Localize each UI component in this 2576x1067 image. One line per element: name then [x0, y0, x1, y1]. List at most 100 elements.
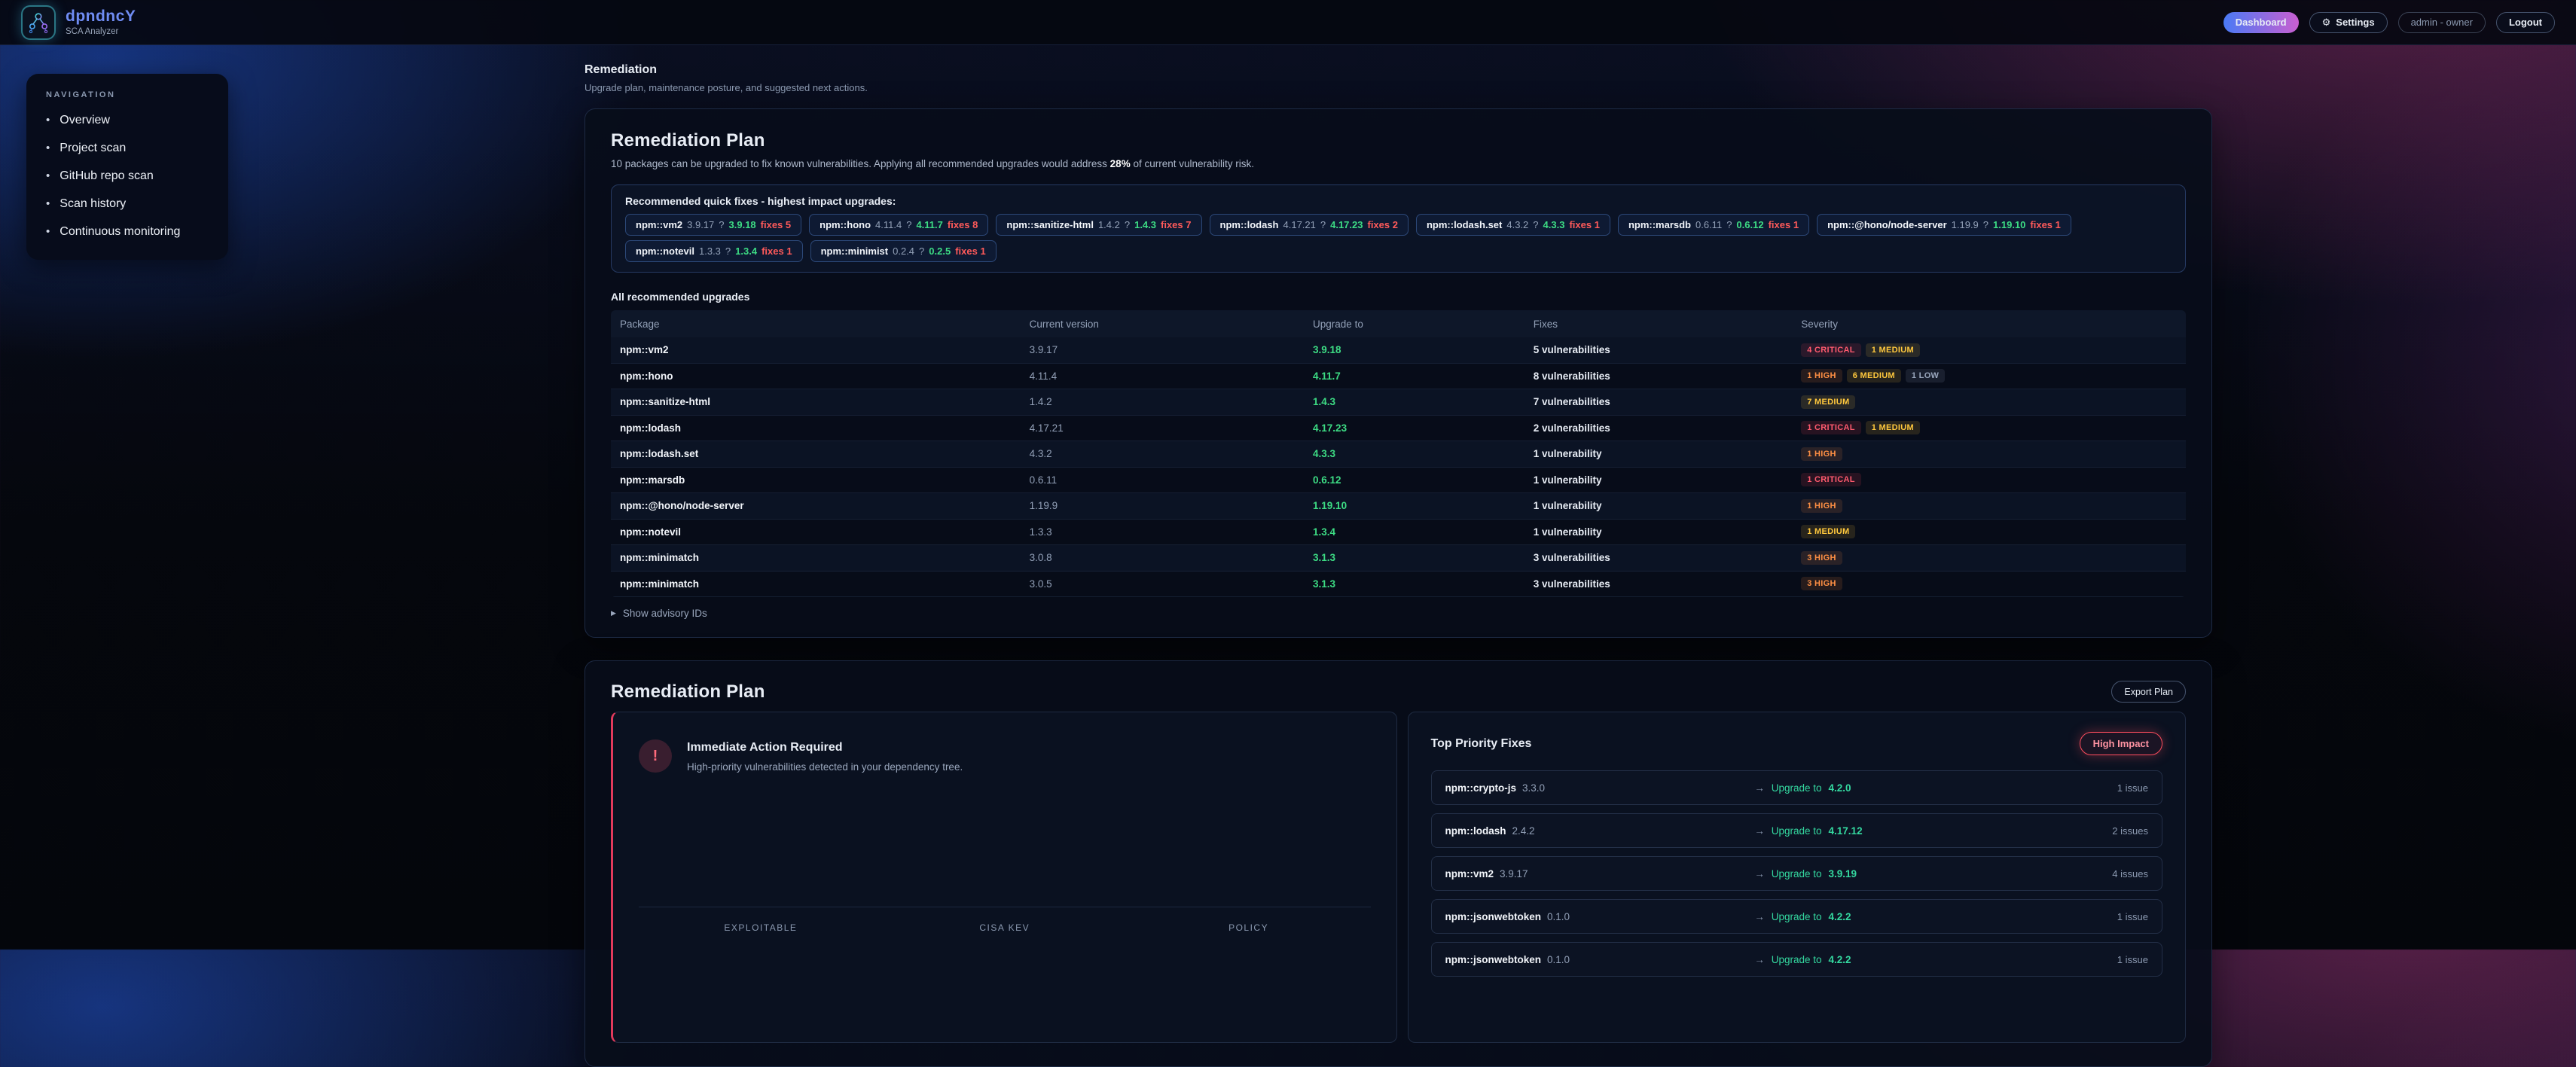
chip-current-version: 1.19.9: [1952, 219, 1979, 230]
export-plan-button[interactable]: Export Plan: [2111, 681, 2186, 703]
chip-current-version: 3.9.17: [687, 219, 714, 230]
priority-fix-item[interactable]: npm::jsonwebtoken0.1.0→Upgrade to 4.2.21…: [1431, 942, 2163, 977]
table-row[interactable]: npm::lodash4.17.214.17.232 vulnerabiliti…: [611, 416, 2186, 442]
cell-current-version: 0.6.11: [1021, 474, 1304, 486]
quickfix-chip-npm-minimist[interactable]: npm::minimist0.2.4?0.2.5fixes 1: [810, 240, 997, 262]
remediation-plan-card: Remediation Plan 10 packages can be upgr…: [584, 108, 2212, 638]
footer-label-cisa-kev: CISA KEV: [883, 922, 1127, 933]
priority-fix-upgrade: →Upgrade to 4.17.12: [1754, 825, 2112, 837]
severity-badge-medium: 1 MEDIUM: [1866, 343, 1920, 357]
cell-current-version: 1.3.3: [1021, 526, 1304, 538]
severity-badge-critical: 1 CRITICAL: [1801, 473, 1861, 486]
sidebar-item-github-repo-scan[interactable]: •GitHub repo scan: [46, 169, 209, 183]
top-priority-fixes-card: Top Priority Fixes High Impact npm::cryp…: [1408, 712, 2187, 1043]
upgrades-section-title: All recommended upgrades: [611, 291, 2186, 303]
sidebar-item-scan-history[interactable]: •Scan history: [46, 197, 209, 211]
chip-separator: ?: [1125, 219, 1130, 230]
sidebar-item-label: Continuous monitoring: [60, 225, 180, 239]
table-row[interactable]: npm::vm23.9.173.9.185 vulnerabilities4 C…: [611, 337, 2186, 364]
chip-current-version: 4.11.4: [875, 219, 902, 230]
chip-target-version: 1.19.10: [1993, 219, 2025, 230]
cell-severity: 3 HIGH: [1792, 551, 2186, 565]
chip-package-name: npm::marsdb: [1628, 219, 1691, 230]
quickfix-chip-npm-lodash-set[interactable]: npm::lodash.set4.3.2?4.3.3fixes 1: [1416, 214, 1610, 236]
quickfix-chip-npm-hono-node-server[interactable]: npm::@hono/node-server1.19.9?1.19.10fixe…: [1817, 214, 2071, 236]
table-row[interactable]: npm::lodash.set4.3.24.3.31 vulnerability…: [611, 441, 2186, 468]
cell-severity: 1 HIGH: [1792, 447, 2186, 461]
detail-card-title: Remediation Plan: [611, 681, 765, 703]
quickfix-chip-npm-hono[interactable]: npm::hono4.11.4?4.11.7fixes 8: [809, 214, 988, 236]
page-title: Remediation: [584, 63, 2212, 77]
quickfix-chip-npm-vm2[interactable]: npm::vm23.9.17?3.9.18fixes 5: [625, 214, 801, 236]
show-advisory-ids-toggle[interactable]: ▶ Show advisory IDs: [611, 608, 2186, 619]
cell-current-version: 3.9.17: [1021, 344, 1304, 355]
severity-badge-critical: 4 CRITICAL: [1801, 343, 1861, 357]
top-bar: dpndncY SCA Analyzer Dashboard ⚙Settings…: [0, 0, 2576, 45]
table-row[interactable]: npm::sanitize-html1.4.21.4.37 vulnerabil…: [611, 389, 2186, 416]
table-row[interactable]: npm::hono4.11.44.11.78 vulnerabilities1 …: [611, 364, 2186, 390]
priority-fix-item[interactable]: npm::vm23.9.17→Upgrade to 3.9.194 issues: [1431, 856, 2163, 891]
cell-package: npm::lodash: [611, 422, 1021, 434]
chip-separator: ?: [1533, 219, 1538, 230]
table-row[interactable]: npm::minimatch3.0.53.1.33 vulnerabilitie…: [611, 572, 2186, 598]
cell-upgrade-to: 3.9.18: [1304, 344, 1525, 355]
detail-columns: ! Immediate Action Required High-priorit…: [611, 712, 2186, 1043]
bullet-icon: •: [46, 225, 50, 238]
priority-fix-item[interactable]: npm::crypto-js3.3.0→Upgrade to 4.2.01 is…: [1431, 770, 2163, 805]
chip-fixes-count: fixes 1: [1569, 219, 1599, 230]
cell-upgrade-to: 0.6.12: [1304, 474, 1525, 486]
priority-fix-item[interactable]: npm::lodash2.4.2→Upgrade to 4.17.122 iss…: [1431, 813, 2163, 848]
quickfix-chip-npm-sanitize-html[interactable]: npm::sanitize-html1.4.2?1.4.3fixes 7: [996, 214, 1201, 236]
sidebar-item-project-scan[interactable]: •Project scan: [46, 142, 209, 155]
priority-fix-item[interactable]: npm::jsonwebtoken0.1.0→Upgrade to 4.2.21…: [1431, 899, 2163, 934]
table-row[interactable]: npm::notevil1.3.31.3.41 vulnerability1 M…: [611, 520, 2186, 546]
user-role-badge: admin - owner: [2398, 12, 2486, 33]
upgrade-to-label: Upgrade to: [1772, 911, 1822, 922]
severity-badge-medium: 1 MEDIUM: [1866, 421, 1920, 434]
footer-label-exploitable: EXPLOITABLE: [639, 922, 883, 933]
cell-fixes: 2 vulnerabilities: [1525, 422, 1792, 434]
cell-package: npm::minimatch: [611, 552, 1021, 563]
issue-count: 1 issue: [2117, 954, 2148, 965]
logout-button[interactable]: Logout: [2496, 12, 2555, 33]
cell-fixes: 3 vulnerabilities: [1525, 552, 1792, 563]
priority-fix-upgrade: →Upgrade to 4.2.0: [1754, 782, 2117, 794]
chip-package-name: npm::hono: [819, 219, 871, 230]
severity-badge-low: 1 LOW: [1906, 369, 1945, 383]
bullet-icon: •: [46, 114, 50, 127]
severity-badge-high: 3 HIGH: [1801, 551, 1842, 565]
quickfix-chip-npm-marsdb[interactable]: npm::marsdb0.6.11?0.6.12fixes 1: [1618, 214, 1809, 236]
quickfix-chip-npm-lodash[interactable]: npm::lodash4.17.21?4.17.23fixes 2: [1210, 214, 1409, 236]
sidebar-item-overview[interactable]: •Overview: [46, 114, 209, 127]
priority-fix-package: npm::jsonwebtoken0.1.0: [1445, 954, 1755, 965]
priority-fix-package: npm::jsonwebtoken0.1.0: [1445, 911, 1755, 922]
warning-icon: !: [639, 739, 672, 773]
chevron-right-icon: ▶: [611, 609, 616, 617]
page-header: Remediation Upgrade plan, maintenance po…: [584, 45, 2212, 93]
table-row[interactable]: npm::@hono/node-server1.19.91.19.101 vul…: [611, 493, 2186, 520]
cell-severity: 1 CRITICAL1 MEDIUM: [1792, 421, 2186, 434]
quickfix-chip-npm-notevil[interactable]: npm::notevil1.3.3?1.3.4fixes 1: [625, 240, 803, 262]
app-title: dpndncY: [66, 8, 136, 25]
quick-fixes-panel: Recommended quick fixes - highest impact…: [611, 184, 2186, 273]
table-row[interactable]: npm::minimatch3.0.83.1.33 vulnerabilitie…: [611, 545, 2186, 572]
bullet-icon: •: [46, 169, 50, 182]
chip-package-name: npm::sanitize-html: [1006, 219, 1094, 230]
upgrade-to-label: Upgrade to: [1772, 782, 1822, 794]
remediation-plan-description: 10 packages can be upgraded to fix known…: [611, 158, 2186, 169]
cell-upgrade-to: 3.1.3: [1304, 578, 1525, 590]
issue-count: 4 issues: [2112, 868, 2148, 880]
cell-package: npm::hono: [611, 370, 1021, 382]
immediate-action-subtitle: High-priority vulnerabilities detected i…: [687, 761, 963, 773]
chip-package-name: npm::lodash: [1220, 219, 1279, 230]
table-row[interactable]: npm::marsdb0.6.110.6.121 vulnerability1 …: [611, 468, 2186, 494]
settings-button[interactable]: ⚙Settings: [2309, 12, 2388, 33]
dashboard-button[interactable]: Dashboard: [2223, 12, 2299, 33]
upgrade-target-version: 4.2.0: [1829, 782, 1851, 794]
cell-upgrade-to: 1.19.10: [1304, 500, 1525, 511]
cell-current-version: 4.17.21: [1021, 422, 1304, 434]
sidebar-item-continuous-monitoring[interactable]: • Continuous monitoring: [46, 225, 209, 239]
chip-current-version: 1.3.3: [699, 245, 721, 257]
chip-fixes-count: fixes 1: [2030, 219, 2060, 230]
chip-target-version: 1.3.4: [735, 245, 757, 257]
